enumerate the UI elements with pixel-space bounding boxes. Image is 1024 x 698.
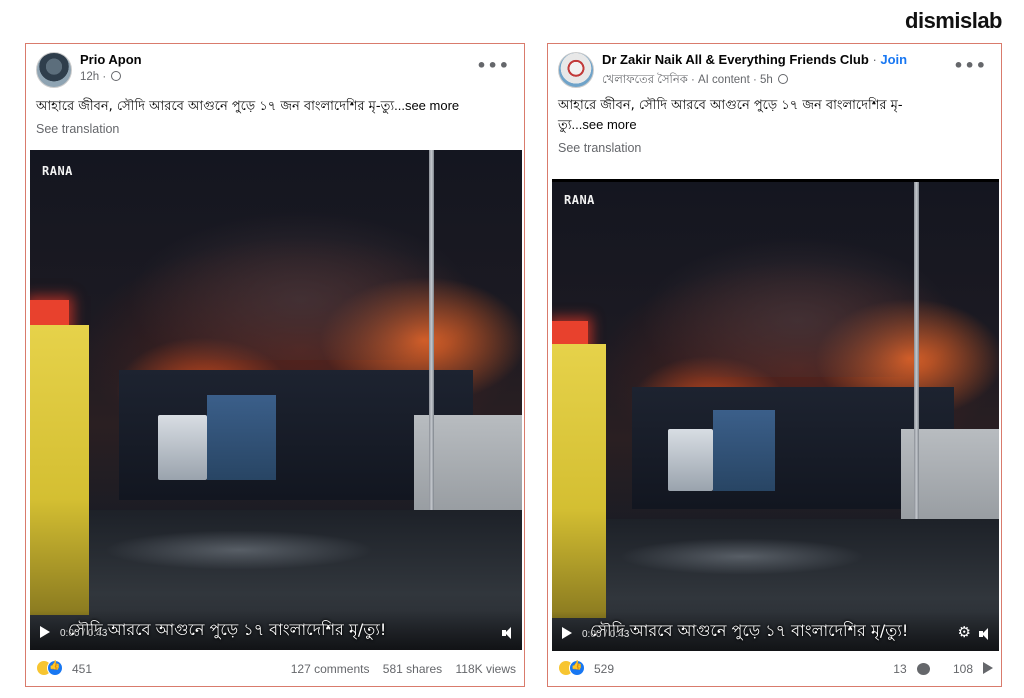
video-controls: 0:00 / 0:43 সৌদি আরবে আগুনে পুড়ে ১৭ বাং… xyxy=(552,611,999,651)
shares-count-group[interactable]: 108 xyxy=(943,662,993,676)
post-stats: 127 comments 581 shares 118K views xyxy=(281,662,516,676)
post-footer: 529 13 108 xyxy=(548,650,1001,686)
volume-icon[interactable] xyxy=(502,626,514,640)
comment-icon xyxy=(916,663,930,675)
video-frame xyxy=(552,179,999,651)
more-options-icon[interactable]: ••• xyxy=(953,56,987,75)
comments-count-group[interactable]: 13 xyxy=(883,662,930,676)
reactions-icons[interactable] xyxy=(558,660,588,676)
share-icon xyxy=(983,662,993,674)
post-caption: আহারে জীবন, সৌদি আরবে আগুনে পুড়ে ১৭ জন … xyxy=(548,96,1001,135)
reactions-icons[interactable] xyxy=(36,660,66,676)
facebook-post-left: Prio Apon 12h · ••• আহারে জীবন, সৌদি আরব… xyxy=(25,43,525,687)
video-player[interactable]: RANA 0:00 / 0:43 সৌদি আরবে আগুনে পুড়ে ১… xyxy=(552,179,999,651)
views-count: 118K views xyxy=(455,662,516,676)
settings-gear-icon[interactable]: ⚙ xyxy=(958,623,971,641)
video-player[interactable]: RANA 0:00 / 0:43 সৌদি আরবে আগুনে পুড়ে ১… xyxy=(30,150,522,650)
group-name: Dr Zakir Naik All & Everything Friends C… xyxy=(602,52,908,67)
video-watermark: RANA xyxy=(42,164,73,178)
post-footer: 451 127 comments 581 shares 118K views xyxy=(26,650,524,686)
shares-count: 108 xyxy=(952,662,973,676)
caption-line-2: ত্যু xyxy=(558,118,572,133)
like-reaction-icon xyxy=(47,660,63,676)
post-header: Prio Apon 12h · ••• xyxy=(26,44,524,96)
facebook-post-right: Dr Zakir Naik All & Everything Friends C… xyxy=(547,43,1002,687)
video-watermark: RANA xyxy=(564,193,595,207)
subgroup-name[interactable]: খেলাফতের সৈনিক xyxy=(602,74,688,86)
like-reaction-icon xyxy=(569,660,585,676)
globe-icon xyxy=(111,71,122,81)
globe-icon xyxy=(778,74,789,84)
comments-count[interactable]: 127 comments xyxy=(291,662,370,676)
post-stats: 13 108 xyxy=(873,662,993,676)
video-frame xyxy=(30,150,522,650)
group-title[interactable]: Dr Zakir Naik All & Everything Friends C… xyxy=(602,52,869,67)
brand-logo: dismislab xyxy=(905,8,1002,33)
caption-text: আহারে জীবন, সৌদি আরবে আগুনে পুড়ে ১৭ জন … xyxy=(36,99,395,114)
post-caption: আহারে জীবন, সৌদি আরবে আগুনে পুড়ে ১৭ জন … xyxy=(26,96,524,116)
volume-icon[interactable] xyxy=(979,627,991,641)
comments-count: 13 xyxy=(893,662,907,676)
ai-content-label: AI content xyxy=(697,74,750,86)
avatar[interactable] xyxy=(558,52,594,88)
see-translation-link[interactable]: See translation xyxy=(548,135,1001,155)
shares-count[interactable]: 581 shares xyxy=(383,662,442,676)
post-time[interactable]: 5h xyxy=(760,74,773,86)
video-subtitle: সৌদি আরবে আগুনে পুড়ে ১৭ বাংলাদেশির মৃ/ত… xyxy=(590,621,909,640)
reaction-count[interactable]: 451 xyxy=(72,662,92,676)
post-meta: 12h · xyxy=(80,71,122,83)
avatar[interactable] xyxy=(36,52,72,88)
video-controls: 0:00 / 0:43 সৌদি আরবে আগুনে পুড়ে ১৭ বাং… xyxy=(30,610,522,650)
post-header: Dr Zakir Naik All & Everything Friends C… xyxy=(548,44,1001,96)
caption-line-1: আহারে জীবন, সৌদি আরবে আগুনে পুড়ে ১৭ জন … xyxy=(558,98,903,113)
video-subtitle: সৌদি আরবে আগুনে পুড়ে ১৭ বাংলাদেশির মৃ/ত… xyxy=(68,620,387,639)
author-name[interactable]: Prio Apon xyxy=(80,52,142,67)
see-more-link[interactable]: ...see more xyxy=(394,98,459,113)
post-meta: খেলাফতের সৈনিক · AI content · 5h xyxy=(602,71,789,90)
reaction-count[interactable]: 529 xyxy=(594,662,614,676)
more-options-icon[interactable]: ••• xyxy=(476,56,510,75)
play-icon[interactable] xyxy=(562,627,572,639)
post-time[interactable]: 12h xyxy=(80,71,99,83)
play-icon[interactable] xyxy=(40,626,50,638)
join-button[interactable]: Join xyxy=(880,52,907,67)
see-translation-link[interactable]: See translation xyxy=(26,116,524,136)
see-more-link[interactable]: ...see more xyxy=(572,117,637,132)
